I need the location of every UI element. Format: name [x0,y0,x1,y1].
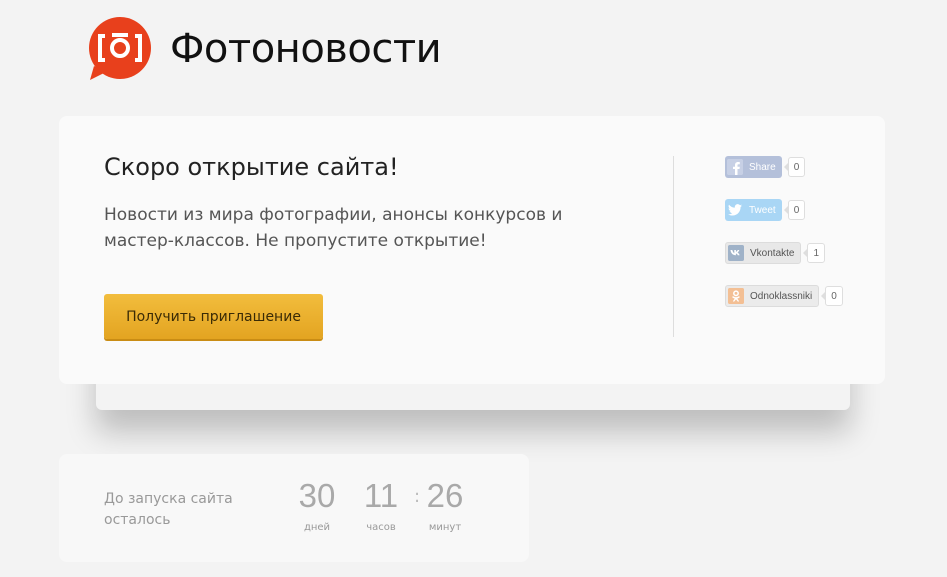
share-row-vkontakte: Vkontakte 1 [725,242,843,264]
vkontakte-share-button[interactable]: Vkontakte [725,242,802,264]
twitter-tweet-count: 0 [783,200,806,220]
odnoklassniki-share-count: 0 [821,286,843,306]
facebook-icon [727,159,743,175]
page-description: Новости из мира фотографии, анонсы конку… [104,205,563,251]
share-row-facebook: Share 0 [725,156,843,178]
countdown-hours: 11 часов [355,476,407,533]
countdown-separator: : [414,486,421,507]
vertical-divider [673,156,674,337]
site-header: Фотоновости [88,14,442,84]
social-share-list: Share 0 Tweet 0 Vkontakte 1 Odnoklassnik… [725,156,843,328]
facebook-share-count: 0 [783,157,806,177]
brand-name[interactable]: Фотоновости [170,29,442,69]
page-title: Скоро открытие сайта! [104,153,399,181]
countdown-days: 30 дней [291,476,343,533]
vkontakte-share-label: Vkontakte [750,247,795,259]
countdown-timer: 30 дней 11 часов 26 минут [291,476,471,533]
coming-soon-card: Скоро открытие сайта! Новости из мира фо… [59,116,885,384]
odnoklassniki-share-button[interactable]: Odnoklassniki [725,285,820,307]
countdown-minutes-value: 26 [426,477,464,514]
countdown-hours-value: 11 [363,477,399,514]
get-invitation-button[interactable]: Получить приглашение [104,294,323,339]
odnoklassniki-icon [728,288,744,304]
countdown-minutes-label: минут [428,522,462,533]
camera-logo-icon[interactable] [88,16,152,82]
countdown-minutes: 26 минут [419,476,471,533]
twitter-tweet-button[interactable]: Tweet [725,199,782,221]
odnoklassniki-share-label: Odnoklassniki [750,290,813,302]
facebook-share-button[interactable]: Share [725,156,782,178]
countdown-days-value: 30 [298,477,336,514]
twitter-icon [727,202,743,218]
share-row-twitter: Tweet 0 [725,199,843,221]
vkontakte-share-count: 1 [803,243,826,263]
share-row-odnoklassniki: Odnoklassniki 0 [725,285,843,307]
countdown-days-label: дней [303,522,331,533]
vk-icon [728,245,744,261]
countdown-hours-label: часов [366,522,396,533]
facebook-share-label: Share [749,161,776,173]
twitter-tweet-label: Tweet [749,204,776,216]
countdown-label: До запуска сайта осталось [104,491,233,528]
launch-countdown: До запуска сайта осталось 30 дней 11 час… [59,454,529,562]
